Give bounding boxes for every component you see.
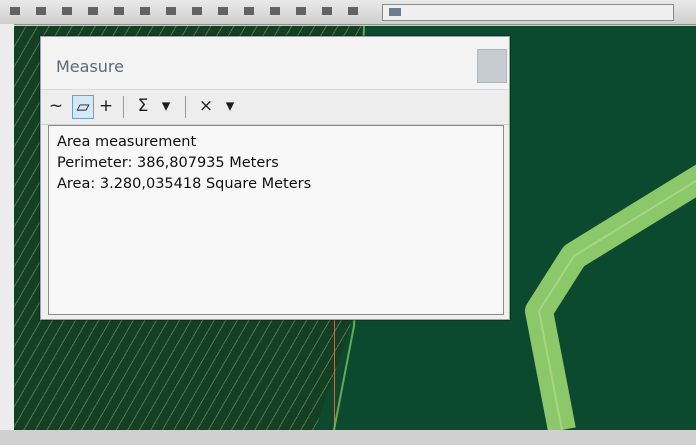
measure-toolbar: ~ ▱ + Σ ▾ × ▾ <box>41 89 509 125</box>
top-toolbar-field[interactable] <box>382 4 674 21</box>
measure-feature-icon[interactable]: + <box>96 95 116 117</box>
dropdown-arrow-icon[interactable]: ▾ <box>221 95 239 117</box>
bottom-margin <box>0 430 696 445</box>
sum-icon[interactable]: Σ <box>133 95 153 117</box>
left-margin <box>0 24 14 430</box>
close-button[interactable] <box>477 49 507 83</box>
measure-line-icon[interactable]: ~ <box>47 95 65 117</box>
toolbar-separator <box>185 96 186 118</box>
road-feature <box>525 164 696 430</box>
perimeter-value: Perimeter: 386,807935 Meters <box>57 155 279 171</box>
top-toolbar-icons <box>10 7 370 15</box>
clear-icon[interactable]: × <box>197 95 215 117</box>
result-heading: Area measurement <box>57 134 197 150</box>
dropdown-arrow-icon[interactable]: ▾ <box>157 95 175 117</box>
measure-window[interactable]: Measure ~ ▱ + Σ ▾ × ▾ Area measurement P… <box>40 36 510 320</box>
top-toolbar-strip <box>0 0 696 25</box>
toolbar-separator <box>123 96 124 118</box>
measurement-results: Area measurement Perimeter: 386,807935 M… <box>48 125 504 315</box>
window-title: Measure <box>56 57 124 76</box>
measure-area-icon[interactable]: ▱ <box>72 95 94 119</box>
area-value: Area: 3.280,035418 Square Meters <box>57 176 312 192</box>
window-titlebar[interactable]: Measure <box>41 37 509 89</box>
